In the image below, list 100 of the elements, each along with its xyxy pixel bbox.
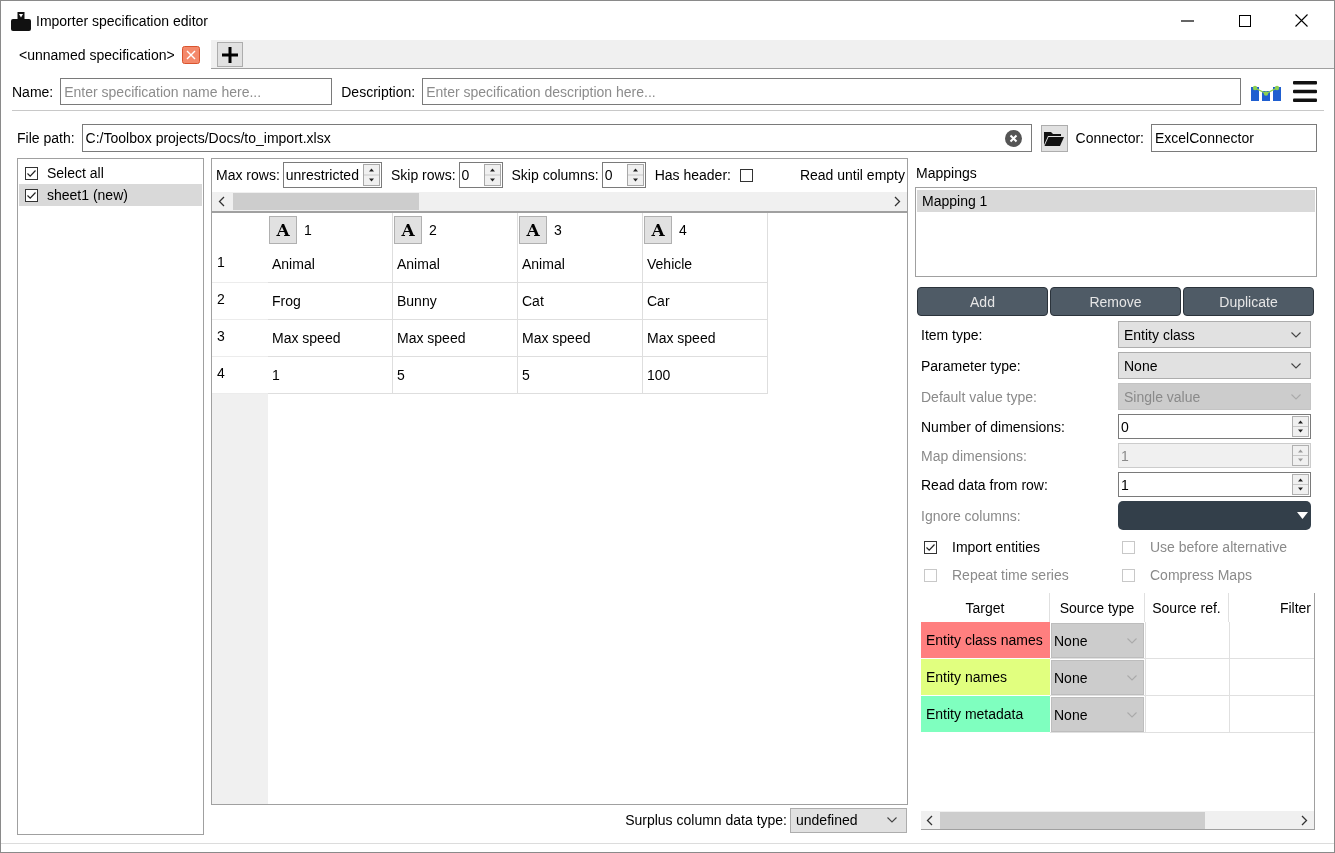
table-cell: Max speed bbox=[393, 320, 518, 357]
checkbox-label: Import entities bbox=[952, 539, 1040, 555]
scrollbar-thumb[interactable] bbox=[940, 811, 1205, 829]
table-cell: Car bbox=[643, 283, 768, 320]
table-cell: Cat bbox=[518, 283, 643, 320]
plus-icon bbox=[221, 46, 238, 63]
chevron-down-icon bbox=[1291, 362, 1301, 369]
close-tab-icon[interactable] bbox=[181, 45, 200, 64]
target-cell[interactable]: Entity names bbox=[921, 659, 1050, 696]
column-header: 4 bbox=[679, 221, 687, 238]
minimize-icon bbox=[1181, 19, 1194, 22]
checkbox[interactable] bbox=[924, 540, 937, 554]
description-field[interactable]: Enter specification description here... bbox=[422, 78, 1241, 105]
window-title: Importer specification editor bbox=[36, 12, 208, 29]
table-cell: 100 bbox=[643, 357, 768, 394]
chevron-down-icon bbox=[1291, 331, 1301, 338]
table-cell: Bunny bbox=[393, 283, 518, 320]
spin-box[interactable]: 0 bbox=[601, 162, 646, 188]
chevron-down-icon bbox=[1291, 393, 1301, 400]
close-icon bbox=[1295, 14, 1308, 27]
sheet-item[interactable]: Select all bbox=[19, 162, 202, 184]
name-field[interactable]: Enter specification name here... bbox=[60, 78, 333, 105]
clear-icon[interactable] bbox=[1004, 129, 1022, 147]
file-path-field[interactable]: C:/Toolbox projects/Docs/to_import.xlsx bbox=[81, 124, 1032, 152]
column-header: Filter bbox=[1278, 598, 1312, 618]
row-header: 4 bbox=[212, 357, 268, 394]
dropdown[interactable]: undefined bbox=[790, 807, 907, 833]
folder-icon bbox=[1044, 130, 1064, 146]
row-header: 3 bbox=[212, 320, 268, 357]
checkbox[interactable] bbox=[739, 168, 753, 182]
column-type-button[interactable]: A bbox=[269, 215, 297, 244]
connector-field[interactable]: ExcelConnector bbox=[1151, 124, 1317, 152]
checkbox[interactable] bbox=[25, 188, 38, 202]
dropdown[interactable]: None bbox=[1118, 352, 1311, 379]
target-cell[interactable]: Entity metadata bbox=[921, 696, 1050, 733]
add-tab-button[interactable] bbox=[216, 42, 243, 67]
spin-box[interactable]: 0 bbox=[458, 162, 503, 188]
column-header: Source ref. bbox=[1145, 593, 1229, 622]
stepper-icon[interactable] bbox=[1292, 416, 1309, 437]
mapping-button[interactable]: Remove bbox=[1050, 287, 1181, 316]
table-cell: Max speed bbox=[268, 320, 393, 357]
option-label: Default value type: bbox=[921, 388, 1038, 405]
table-cell: Max speed bbox=[643, 320, 768, 357]
row-header: 2 bbox=[212, 283, 268, 320]
source-type-dropdown[interactable]: None bbox=[1051, 623, 1144, 658]
stepper-icon[interactable] bbox=[1292, 474, 1309, 495]
field-label: Name: bbox=[12, 83, 54, 100]
chevron-right-icon[interactable] bbox=[1301, 814, 1308, 826]
browse-button[interactable] bbox=[1040, 124, 1068, 152]
checkbox-label: Repeat time series bbox=[952, 567, 1069, 583]
table-cell: Animal bbox=[518, 246, 643, 283]
section-title: Mappings bbox=[915, 164, 978, 183]
column-type-button[interactable]: A bbox=[644, 215, 672, 244]
chevron-left-icon[interactable] bbox=[926, 814, 933, 826]
scrollbar-thumb[interactable] bbox=[233, 193, 419, 210]
source-type-dropdown[interactable]: None bbox=[1051, 697, 1144, 732]
table-cell: Animal bbox=[268, 246, 393, 283]
option-label: Has header: bbox=[654, 167, 731, 183]
sheet-item[interactable]: sheet1 (new) bbox=[19, 184, 202, 206]
target-cell[interactable]: Entity class names bbox=[921, 622, 1050, 659]
chevron-right-icon[interactable] bbox=[894, 196, 901, 207]
spin-box[interactable]: 1 bbox=[1118, 472, 1311, 497]
option-label: Max rows: bbox=[216, 167, 280, 183]
option-label: Ignore columns: bbox=[921, 507, 1022, 524]
option-label: Skip rows: bbox=[390, 167, 456, 183]
source-type-dropdown[interactable]: None bbox=[1051, 660, 1144, 695]
tab[interactable]: <unnamed specification> bbox=[1, 40, 211, 69]
column-header: 1 bbox=[304, 221, 312, 238]
option-label: Skip columns: bbox=[511, 167, 599, 183]
option-label: Number of dimensions: bbox=[921, 418, 1066, 435]
table-cell: Animal bbox=[393, 246, 518, 283]
chevron-down-icon bbox=[1127, 711, 1137, 718]
dropdown[interactable]: Entity class bbox=[1118, 321, 1311, 348]
option-label: Item type: bbox=[921, 326, 984, 343]
maximize-icon bbox=[1238, 14, 1251, 27]
field-label: Connector: bbox=[1075, 130, 1144, 146]
spin-box[interactable]: unrestricted bbox=[282, 162, 382, 188]
spin-box[interactable]: 0 bbox=[1118, 414, 1311, 439]
chevron-left-icon[interactable] bbox=[218, 196, 225, 207]
chevron-down-icon bbox=[1127, 637, 1137, 644]
table-cell: 5 bbox=[518, 357, 643, 394]
mapping-button[interactable]: Duplicate bbox=[1183, 287, 1314, 316]
field-label: Description: bbox=[341, 83, 416, 100]
row-header: 1 bbox=[212, 246, 268, 283]
column-type-button[interactable]: A bbox=[394, 215, 422, 244]
mapping-item[interactable]: Mapping 1 bbox=[917, 190, 1315, 212]
horizontal-scrollbar[interactable] bbox=[212, 192, 907, 211]
option-label: Map dimensions: bbox=[921, 447, 1028, 464]
menu-icon[interactable] bbox=[1293, 81, 1317, 102]
field-label: File path: bbox=[17, 130, 75, 146]
table-cell: Vehicle bbox=[643, 246, 768, 283]
checkbox[interactable] bbox=[25, 166, 38, 180]
option-label: Read until empty bbox=[799, 167, 905, 183]
table-cell: Frog bbox=[268, 283, 393, 320]
triangle-down-icon bbox=[1297, 512, 1308, 519]
chevron-down-icon bbox=[1127, 674, 1137, 681]
option-label: Parameter type: bbox=[921, 357, 1022, 374]
horizontal-scrollbar[interactable] bbox=[921, 811, 1314, 829]
column-type-button[interactable]: A bbox=[519, 215, 547, 244]
mapping-button[interactable]: Add bbox=[917, 287, 1048, 316]
